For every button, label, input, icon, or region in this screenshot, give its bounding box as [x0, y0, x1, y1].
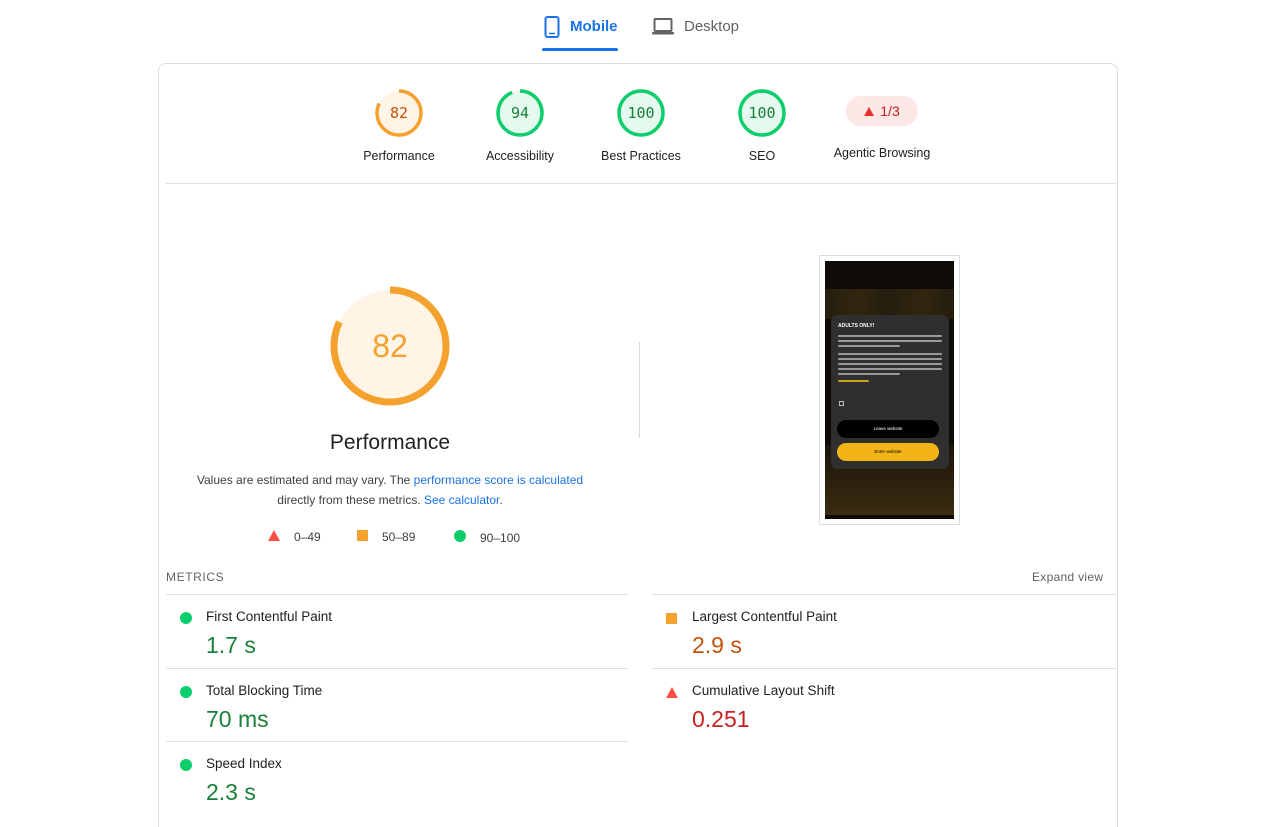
gauge-score: 100 — [627, 104, 654, 122]
orange-square-icon — [666, 611, 677, 629]
tab-active-indicator — [542, 48, 618, 51]
metric-total-blocking-time: Total Blocking Time 70 ms — [166, 668, 628, 742]
modal-text-line — [838, 345, 901, 347]
modal-title: ADULTS ONLY! — [838, 323, 875, 329]
gauge-accessibility[interactable]: 94 Accessibility — [460, 88, 580, 164]
green-circle-icon — [180, 611, 192, 629]
gauge-label: Agentic Browsing — [833, 146, 931, 160]
modal-text-line — [838, 368, 942, 370]
agentic-value: 1/3 — [880, 103, 900, 119]
gauge-label: SEO — [748, 149, 776, 163]
gauge-ring: 100 — [617, 89, 665, 137]
modal-text-line — [838, 373, 901, 375]
screenshot-image: ADULTS ONLY! Leave website Enter website — [825, 261, 954, 519]
gauge-score: 94 — [511, 104, 529, 122]
orange-square-icon — [357, 530, 368, 544]
red-triangle-icon — [666, 685, 678, 703]
final-screenshot[interactable]: ADULTS ONLY! Leave website Enter website — [819, 255, 960, 525]
legend-average-label: 50–89 — [382, 530, 416, 544]
tab-mobile[interactable]: Mobile — [544, 16, 618, 52]
gauge-label: Accessibility — [485, 149, 555, 163]
modal-text-line — [838, 340, 942, 342]
gauge-score: 100 — [748, 104, 775, 122]
metric-name: Largest Contentful Paint — [692, 609, 837, 624]
metric-name: Cumulative Layout Shift — [692, 683, 835, 698]
leave-website-button: Leave website — [837, 420, 939, 438]
see-calculator-link[interactable]: See calculator — [424, 493, 499, 507]
desc-text: . — [499, 493, 503, 507]
metric-value: 1.7 s — [206, 632, 256, 658]
metric-speed-index: Speed Index 2.3 s — [166, 741, 628, 815]
tab-desktop[interactable]: Desktop — [652, 16, 739, 52]
agentic-badge: 1/3 — [846, 96, 918, 126]
warning-triangle-icon — [864, 106, 875, 116]
metric-value: 2.9 s — [692, 632, 742, 658]
red-triangle-icon — [268, 530, 280, 544]
legend-pass: 90–100 — [454, 530, 520, 545]
metrics-header: METRICS — [166, 570, 225, 584]
green-circle-icon — [180, 758, 192, 776]
metric-cumulative-layout-shift: Cumulative Layout Shift 0.251 — [652, 668, 1116, 742]
gauge-score: 82 — [390, 104, 408, 122]
desc-text: Values are estimated and may vary. The — [196, 473, 414, 487]
laptop-icon — [652, 16, 674, 40]
smartphone-icon — [544, 16, 560, 42]
performance-description: Values are estimated and may vary. The p… — [180, 470, 600, 510]
metric-name: First Contentful Paint — [206, 609, 333, 624]
metric-value: 0.251 — [692, 706, 750, 732]
gauge-agentic-browsing[interactable]: 1/3 Agentic Browsing — [822, 88, 942, 161]
tab-mobile-label: Mobile — [570, 18, 618, 35]
modal-checkbox — [839, 401, 844, 406]
gauge-ring: 94 — [496, 89, 544, 137]
green-circle-icon — [454, 530, 466, 545]
modal-text-line — [838, 358, 942, 360]
performance-score: 82 — [372, 328, 408, 364]
metric-value: 70 ms — [206, 706, 269, 732]
gauge-performance[interactable]: 82 Performance — [339, 88, 459, 164]
metric-value: 2.3 s — [206, 779, 256, 805]
modal-text-line — [838, 363, 942, 365]
metric-largest-contentful-paint: Largest Contentful Paint 2.9 s — [652, 594, 1116, 668]
modal-text-line — [838, 353, 942, 355]
metric-name: Speed Index — [206, 756, 282, 771]
legend-fail: 0–49 — [268, 530, 321, 544]
metric-name: Total Blocking Time — [206, 683, 323, 698]
gauge-ring: 100 — [738, 89, 786, 137]
expand-view-button[interactable]: Expand view — [1032, 570, 1103, 584]
gauge-label: Best Practices — [601, 149, 681, 163]
modal-text-line — [838, 335, 942, 337]
gauge-ring: 82 — [375, 89, 423, 137]
gauge-best-practices[interactable]: 100 Best Practices — [581, 88, 701, 164]
gauge-seo[interactable]: 100 SEO — [702, 88, 822, 164]
age-gate-modal: ADULTS ONLY! Leave website Enter website — [831, 315, 949, 469]
legend-fail-label: 0–49 — [294, 530, 321, 544]
device-tabs: Mobile Desktop — [0, 0, 1286, 54]
enter-website-button: Enter website — [837, 443, 939, 461]
legend-pass-label: 90–100 — [480, 530, 521, 545]
performance-title: Performance — [329, 431, 451, 454]
legend-average: 50–89 — [357, 530, 415, 544]
performance-score-link[interactable]: performance score is calculated — [414, 473, 583, 487]
tab-desktop-label: Desktop — [684, 18, 740, 35]
divider — [166, 183, 1116, 184]
gauge-label: Performance — [363, 149, 435, 163]
green-circle-icon — [180, 685, 192, 703]
vertical-divider — [639, 342, 640, 438]
modal-link-line — [838, 380, 870, 382]
performance-gauge-large: 82 — [328, 284, 452, 408]
metric-first-contentful-paint: First Contentful Paint 1.7 s — [166, 594, 628, 668]
desc-text: directly from these metrics. — [277, 493, 424, 507]
